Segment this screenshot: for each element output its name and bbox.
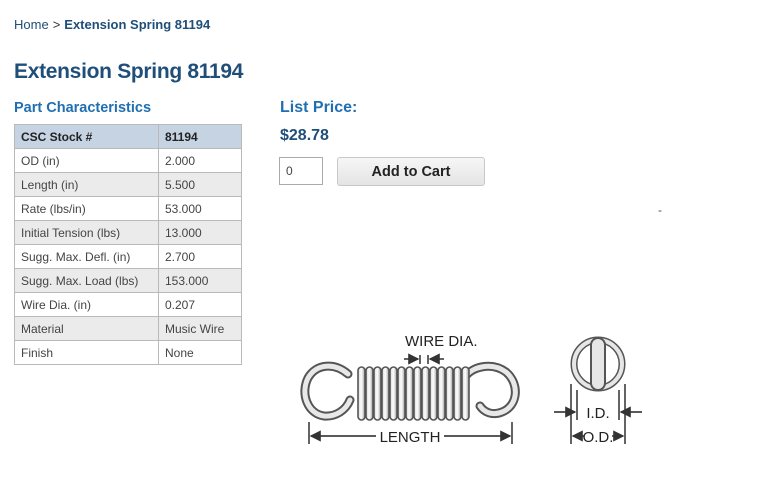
id-od-dimension: I.D. O.D. [554, 384, 642, 446]
spring-coil [445, 366, 454, 421]
list-price-label: List Price: [280, 99, 358, 116]
row-label: Material [14, 316, 159, 341]
table-header-row: CSC Stock # 81194 [14, 124, 242, 149]
row-value: 153.000 [158, 268, 242, 293]
table-row: Length (in) 5.500 [14, 172, 242, 197]
dash-text: - [658, 203, 662, 217]
breadcrumb-home-link[interactable]: Home [14, 17, 49, 32]
table-row: Wire Dia. (in) 0.207 [14, 292, 242, 317]
quantity-input[interactable] [279, 157, 323, 185]
spring-coil [413, 366, 422, 421]
row-label: Rate (lbs/in) [14, 196, 159, 221]
row-label: Wire Dia. (in) [14, 292, 159, 317]
id-label: I.D. [586, 405, 609, 422]
row-value: 13.000 [158, 220, 242, 245]
row-label: Length (in) [14, 172, 159, 197]
spring-coil [429, 366, 438, 421]
spring-coil [397, 366, 406, 421]
spring-right-hook [459, 361, 520, 419]
part-characteristics-table: CSC Stock # 81194 OD (in) 2.000 Length (i… [14, 124, 242, 365]
row-value: 5.500 [158, 172, 242, 197]
row-value: 2.000 [158, 148, 242, 173]
row-value: 0.207 [158, 292, 242, 317]
table-row: Initial Tension (lbs) 13.000 [14, 220, 242, 245]
page-title: Extension Spring 81194 [14, 60, 244, 83]
spring-coil [421, 366, 430, 421]
list-price-value: $28.78 [280, 127, 329, 144]
table-row: OD (in) 2.000 [14, 148, 242, 173]
spring-coil [453, 366, 462, 421]
row-label: Sugg. Max. Defl. (in) [14, 244, 159, 269]
part-characteristics-title: Part Characteristics [14, 100, 152, 116]
add-to-cart-button[interactable]: Add to Cart [337, 157, 485, 186]
spring-coil [389, 366, 398, 421]
wire-dia-dimension: WIRE DIA. [404, 333, 478, 365]
table-row: Sugg. Max. Defl. (in) 2.700 [14, 244, 242, 269]
row-value: 2.700 [158, 244, 242, 269]
extension-spring-diagram: WIRE DIA. LENGTH I.D. O.D. [300, 333, 642, 446]
spring-coil [461, 366, 470, 421]
length-label: LENGTH [380, 429, 441, 446]
table-row: Rate (lbs/in) 53.000 [14, 196, 242, 221]
spring-coil [373, 366, 382, 421]
spring-coil [365, 366, 374, 421]
spring-left-hook [300, 361, 355, 421]
stock-label: CSC Stock # [14, 124, 159, 149]
breadcrumb-current: Extension Spring 81194 [64, 17, 211, 32]
row-label: OD (in) [14, 148, 159, 173]
table-row: Material Music Wire [14, 316, 242, 341]
row-value: None [158, 340, 242, 365]
row-value: 53.000 [158, 196, 242, 221]
spring-coil [357, 366, 366, 421]
od-label: O.D. [583, 429, 614, 446]
spring-coil-body [357, 366, 470, 421]
breadcrumb-separator: > [52, 17, 61, 32]
end-view-coil [570, 336, 626, 392]
wire-dia-label: WIRE DIA. [405, 333, 478, 350]
spring-coil [437, 366, 446, 421]
spring-coil [381, 366, 390, 421]
row-label: Finish [14, 340, 159, 365]
table-row: Finish None [14, 340, 242, 365]
row-label: Initial Tension (lbs) [14, 220, 159, 245]
spring-coil [405, 366, 414, 421]
length-dimension: LENGTH [308, 422, 513, 446]
row-value: Music Wire [158, 316, 242, 341]
breadcrumb: Home > Extension Spring 81194 [14, 17, 210, 32]
stock-value: 81194 [158, 124, 242, 149]
table-row: Sugg. Max. Load (lbs) 153.000 [14, 268, 242, 293]
row-label: Sugg. Max. Load (lbs) [14, 268, 159, 293]
